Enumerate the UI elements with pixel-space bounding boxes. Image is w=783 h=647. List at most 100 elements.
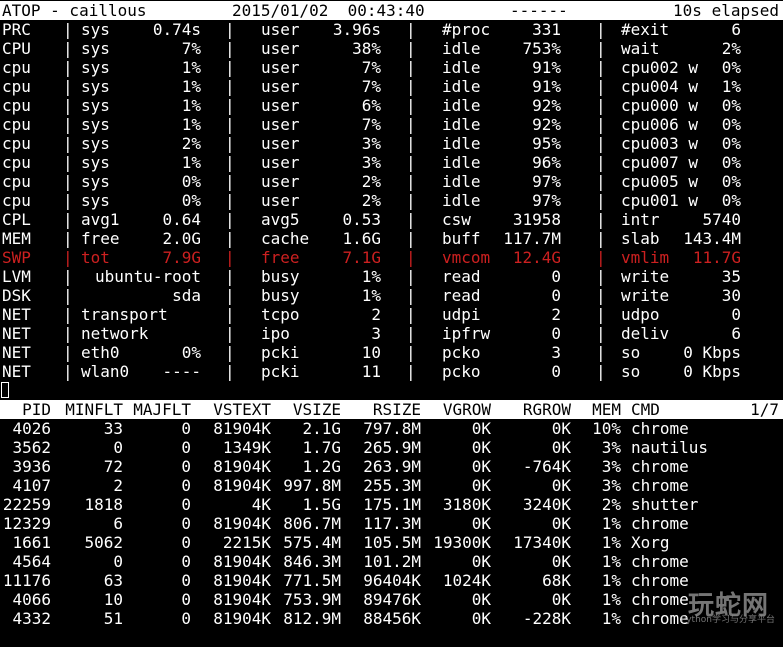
process-rsize: 105.5M [363,533,421,552]
process-vgrow: 0K [471,552,491,571]
stat-key: cpu000 w [621,96,699,115]
process-row[interactable]: 12329 6 0 81904K 806.7M 117.3M 0K 0K 1% chrome [0,514,783,533]
stat-key: user [261,77,300,96]
stat-key: user [261,96,300,115]
column-separator: | [225,229,235,248]
process-cmd: shutter [631,495,699,514]
process-row[interactable]: 1661 5062 0 2215K 575.4M 105.5M 19300K 17340K 1%… [0,533,783,552]
process-row[interactable]: 4107 2 0 81904K 997.8M 255.3M 0K 0K 3% chrome [0,476,783,495]
column-separator: | [63,20,73,39]
column-separator: | [596,134,606,153]
stat-value: 6% [361,96,381,115]
process-vgrow: 19300K [433,533,491,552]
stat-key: read [442,267,481,286]
process-pid: 12329 [2,514,51,533]
process-cmd: chrome [631,552,689,571]
process-minflt: 0 [113,438,123,457]
stat-key: pcko [442,362,481,381]
column-separator: | [596,343,606,362]
stat-value: 1% [181,115,201,134]
stat-key: sys [81,58,110,77]
column-separator: | [596,305,606,324]
stat-key: user [261,20,300,39]
stat-value: 97% [532,191,561,210]
column-separator: | [63,248,73,267]
column-separator: | [225,286,235,305]
stat-label: DSK [2,286,31,305]
stat-value: 3% [361,153,381,172]
process-vsize: 2.1G [302,419,341,438]
col-minflt: MINFLT [65,400,123,419]
process-minflt: 1818 [84,495,123,514]
stat-key: idle [442,77,481,96]
process-minflt: 10 [103,590,123,609]
stat-value: 3 [551,343,561,362]
stat-value: 92% [532,96,561,115]
stat-key: idle [442,172,481,191]
column-separator: | [225,191,235,210]
column-separator: | [406,286,416,305]
process-rsize: 88456K [363,609,421,628]
process-vsize: 575.4M [283,533,341,552]
process-minflt: 6 [113,514,123,533]
column-separator: | [225,362,235,381]
stat-key: so [621,343,641,362]
process-pid: 4026 [12,419,51,438]
process-rgrow: 0K [551,476,571,495]
process-row[interactable]: 4564 0 0 81904K 846.3M 101.2M 0K 0K 1% chrome [0,552,783,571]
stat-key: write [621,267,670,286]
process-row[interactable]: 22259 1818 0 4K 1.5G 175.1M 3180K 3240K 2% shutte… [0,495,783,514]
column-separator: | [63,77,73,96]
column-separator: | [63,229,73,248]
process-majflt: 0 [181,552,191,571]
column-separator: | [225,58,235,77]
process-pid: 3936 [12,457,51,476]
stat-value: 2% [721,39,741,58]
stat-value: 1% [361,267,381,286]
process-minflt: 2 [113,476,123,495]
column-separator: | [406,305,416,324]
process-row[interactable]: 4026 33 0 81904K 2.1G 797.8M 0K 0K 10% chrome [0,419,783,438]
process-vsize: 1.7G [302,438,341,457]
stat-value: 2 [371,305,381,324]
process-vstext: 81904K [213,514,271,533]
process-row[interactable]: 3936 72 0 81904K 1.2G 263.9M 0K -764K 3% chrome [0,457,783,476]
stat-key: cpu007 w [621,153,699,172]
column-separator: | [225,267,235,286]
stat-key: cpu002 w [621,58,699,77]
stat-value: 31958 [512,210,561,229]
column-separator: | [225,77,235,96]
stat-row: PRC sys 0.74s user 3.96s #proc 331 #exit 6 | | | | [0,20,783,39]
process-rsize: 263.9M [363,457,421,476]
stat-value: 5740 [702,210,741,229]
column-separator: | [596,77,606,96]
column-separator: | [596,191,606,210]
stat-key: ipo [261,324,290,343]
stat-label: LVM [2,267,31,286]
stat-value: 1.6G [342,229,381,248]
process-mem: 1% [601,571,621,590]
process-pid: 4107 [12,476,51,495]
process-majflt: 0 [181,476,191,495]
stat-label: cpu [2,191,31,210]
stat-key: idle [442,134,481,153]
column-separator: | [225,248,235,267]
process-cmd: chrome [631,419,689,438]
column-separator: | [225,210,235,229]
stat-key: sys [81,39,110,58]
stat-key: free [261,248,300,267]
stat-value: 10 [361,343,381,362]
stat-value: 1% [361,286,381,305]
column-separator: | [406,229,416,248]
stat-label: cpu [2,96,31,115]
process-row[interactable]: 3562 0 0 1349K 1.7G 265.9M 0K 0K 3% nautilus [0,438,783,457]
stat-key: csw [442,210,471,229]
watermark-logo: 玩蛇网 Python学习与分享平台 [657,585,777,625]
process-majflt: 0 [181,609,191,628]
stat-value: 0 [551,286,561,305]
column-separator: | [406,267,416,286]
process-mem: 2% [601,495,621,514]
stat-label: NET [2,343,31,362]
column-separator: | [225,96,235,115]
column-separator: | [63,286,73,305]
